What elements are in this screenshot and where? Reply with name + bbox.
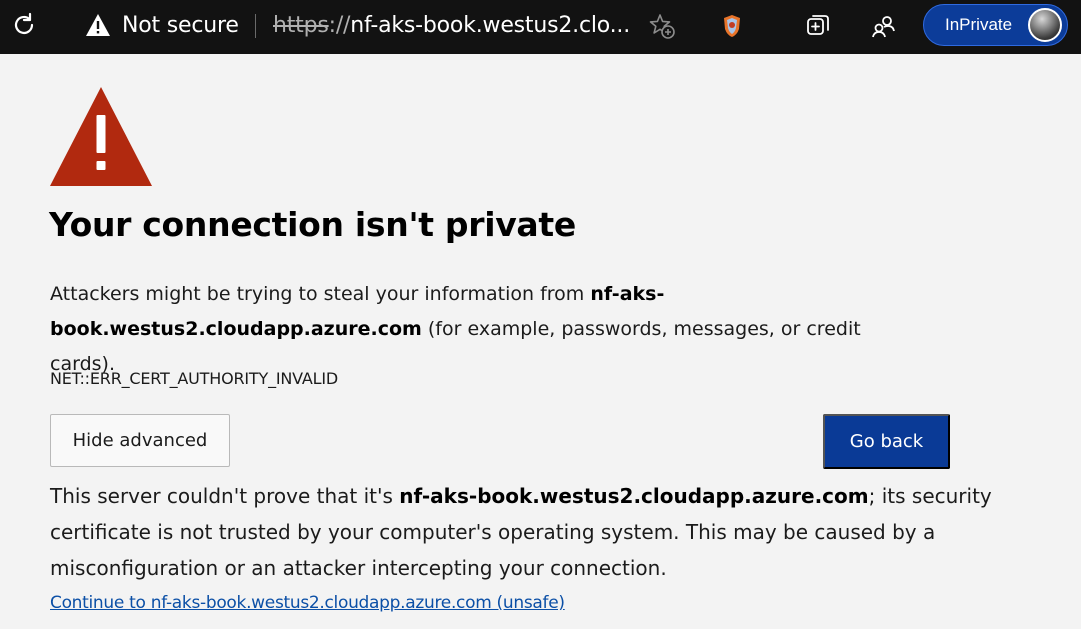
inprivate-label: InPrivate bbox=[945, 15, 1013, 34]
go-back-button[interactable]: Go back bbox=[823, 414, 950, 469]
address-separator bbox=[255, 14, 256, 38]
address-bar[interactable]: https://nf-aks-book.westus2.clo... bbox=[273, 12, 630, 40]
favorite-add-icon[interactable] bbox=[646, 10, 678, 42]
desc-text-1: Attackers might be trying to steal your … bbox=[50, 283, 591, 305]
refresh-icon[interactable] bbox=[8, 9, 40, 41]
url-slashes: :// bbox=[328, 13, 351, 38]
page-title: Your connection isn't private bbox=[49, 205, 576, 244]
browser-toolbar: Not secure https://nf-aks-book.westus2.c… bbox=[0, 0, 1081, 54]
warning-icon[interactable] bbox=[85, 12, 111, 38]
alert-triangle-icon bbox=[49, 85, 153, 187]
details-host: nf-aks-book.westus2.cloudapp.azure.com bbox=[399, 484, 869, 508]
details-text-1: This server couldn't prove that it's bbox=[50, 484, 400, 508]
avatar bbox=[1028, 8, 1062, 42]
advanced-details: This server couldn't prove that it's nf-… bbox=[50, 478, 1000, 586]
hide-advanced-button[interactable]: Hide advanced bbox=[50, 414, 230, 467]
collections-icon[interactable] bbox=[802, 10, 834, 42]
proceed-unsafe-link[interactable]: Continue to nf-aks-book.westus2.cloudapp… bbox=[50, 593, 565, 613]
error-code: NET::ERR_CERT_AUTHORITY_INVALID bbox=[50, 369, 338, 388]
url-scheme: https bbox=[273, 13, 329, 38]
security-status-label[interactable]: Not secure bbox=[122, 12, 239, 40]
url-host: nf-aks-book.westus2.clo... bbox=[350, 13, 631, 38]
profiles-icon[interactable] bbox=[868, 10, 900, 42]
warning-description: Attackers might be trying to steal your … bbox=[50, 277, 910, 382]
extension-icon[interactable] bbox=[716, 10, 748, 42]
inprivate-button[interactable]: InPrivate bbox=[923, 4, 1068, 46]
